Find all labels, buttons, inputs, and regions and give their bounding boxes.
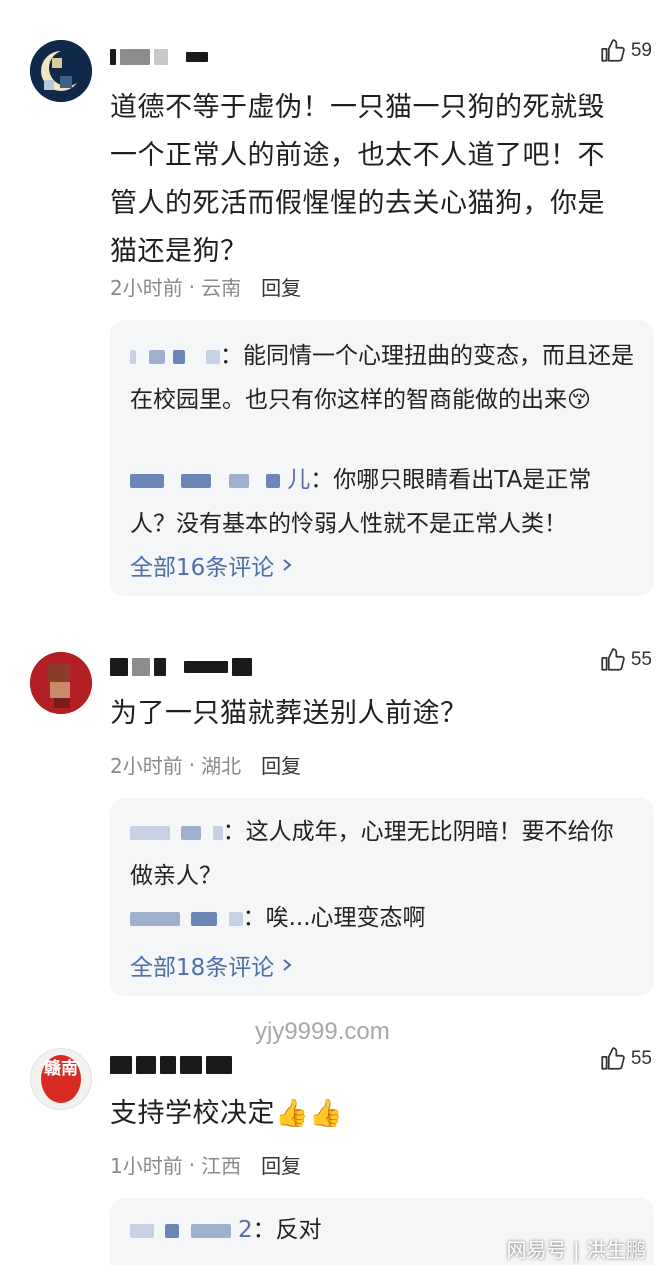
comment-text: 支持学校决定👍👍 [110,1098,344,1129]
reply-author-suffix: 2 [237,1217,253,1243]
reply-button[interactable]: 回复 [261,1150,301,1179]
reply-colon: ： [252,1217,276,1243]
comment-location: 江西 [201,1154,242,1178]
username-mosaic[interactable] [110,1054,232,1076]
comment-3: 赣南 55 支持学校决定👍👍 1小时前 · 江西 回复 2 ：反对 [0,0,660,1265]
reply-text: 反对 [275,1217,322,1243]
separator-dot: · [188,1152,196,1177]
reply-author[interactable]: 2 [130,1208,253,1252]
like-button[interactable]: 55 [599,1046,652,1072]
avatar-badge: 赣南 [41,1055,81,1103]
comment-time: 1小时前 [110,1154,183,1178]
comment-meta: 1小时前 · 江西 回复 [110,1150,301,1179]
source-watermark: 网易号 | 洪生鹏 [506,1238,646,1262]
thumbs-up-icon [601,1047,625,1070]
like-count: 55 [630,1048,652,1069]
avatar[interactable]: 赣南 [30,1048,92,1110]
